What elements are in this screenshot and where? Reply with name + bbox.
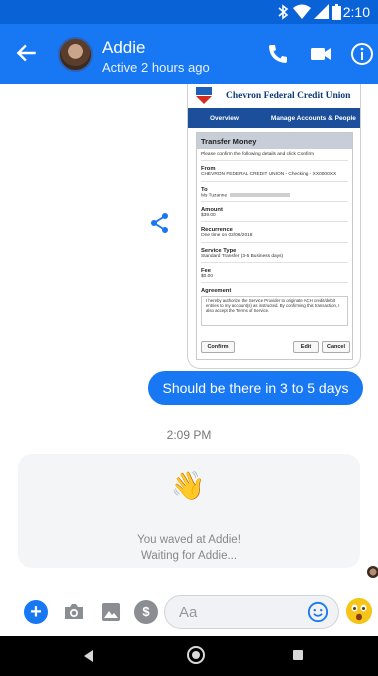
transfer-intro: Please confirm the following details and… — [201, 152, 315, 157]
cancel-button: Cancel — [322, 341, 350, 353]
agreement-text: I hereby authorize the Service Provider … — [201, 296, 348, 327]
waving-hand-icon: 👋 — [168, 466, 208, 506]
field-value: One time on 02/06/2018 — [201, 233, 253, 239]
transfer-title: Transfer Money — [197, 133, 352, 149]
edit-button: Edit — [293, 341, 319, 353]
field-value: $39.00 — [201, 213, 216, 219]
share-icon[interactable] — [150, 212, 170, 234]
nav-recents-icon[interactable] — [293, 650, 303, 660]
image-icon[interactable] — [99, 600, 123, 624]
chevron-logo-icon — [196, 87, 212, 105]
field-value: $0.00 — [201, 273, 214, 279]
dollar-icon[interactable]: $ — [134, 600, 158, 624]
divider — [201, 160, 348, 162]
wave-status: You waved at Addie! — [137, 534, 241, 546]
plus-icon[interactable]: + — [24, 600, 48, 624]
divider — [201, 241, 348, 243]
phone-icon[interactable] — [266, 42, 290, 66]
transfer-form: Transfer Money Please confirm the follow… — [196, 132, 353, 360]
wifi-icon — [293, 4, 311, 19]
arrow-left-icon[interactable] — [14, 40, 40, 66]
redacted-text — [230, 192, 291, 197]
contact-status: Active 2 hours ago — [102, 60, 210, 75]
field-value: CHEVRON FEDERAL CREDIT UNION - Checking … — [201, 172, 337, 178]
agreement-label: Agreement — [201, 288, 232, 295]
bank-nav: Overview Manage Accounts & People — [188, 108, 360, 128]
composer-bar: + $ — [0, 590, 378, 636]
astonished-face-icon[interactable] — [346, 598, 372, 624]
avatar[interactable] — [58, 37, 93, 72]
bluetooth-icon — [278, 4, 289, 20]
shared-screenshot-message[interactable]: Chevron Federal Credit Union Overview Ma… — [188, 84, 360, 368]
wave-card[interactable]: 👋 You waved at Addie! Waiting for Addie.… — [18, 454, 360, 568]
bank-nav-manage: Manage Accounts & People — [270, 114, 356, 122]
status-clock: 2:10 — [342, 4, 370, 20]
timestamp: 2:09 PM — [166, 428, 212, 442]
conversation-header: Addie Active 2 hours ago — [0, 24, 378, 84]
bank-name: Chevron Federal Credit Union — [226, 91, 351, 101]
divider — [201, 282, 348, 284]
bank-header: Chevron Federal Credit Union — [188, 84, 360, 108]
android-nav-bar — [0, 636, 378, 676]
divider — [201, 180, 348, 182]
video-camera-icon[interactable] — [309, 42, 333, 66]
divider — [201, 201, 348, 203]
smiley-icon[interactable] — [307, 601, 329, 623]
confirm-button: Confirm — [201, 341, 235, 353]
seen-avatar — [367, 566, 378, 578]
status-bar: 2:10 — [0, 0, 378, 24]
field-value: Standard Transfer (3-5 Business days) — [201, 253, 284, 259]
nav-back-icon[interactable] — [84, 650, 93, 662]
wave-waiting: Waiting for Addie... — [140, 550, 238, 562]
divider — [201, 221, 348, 223]
nav-home-icon[interactable] — [187, 646, 205, 664]
message-thread[interactable]: Chevron Federal Credit Union Overview Ma… — [0, 84, 378, 590]
field-value: Ms Tuzanne — [197, 192, 352, 199]
divider — [201, 261, 348, 263]
contact-name[interactable]: Addie — [102, 38, 145, 58]
bank-nav-overview: Overview — [210, 114, 239, 122]
recipient-name: Ms Tuzanne — [201, 192, 228, 198]
camera-icon[interactable] — [62, 600, 86, 624]
battery-icon — [332, 4, 341, 20]
info-icon[interactable] — [350, 42, 374, 66]
cell-signal-icon — [314, 4, 329, 19]
sent-message[interactable]: Should be there in 3 to 5 days — [148, 371, 363, 405]
